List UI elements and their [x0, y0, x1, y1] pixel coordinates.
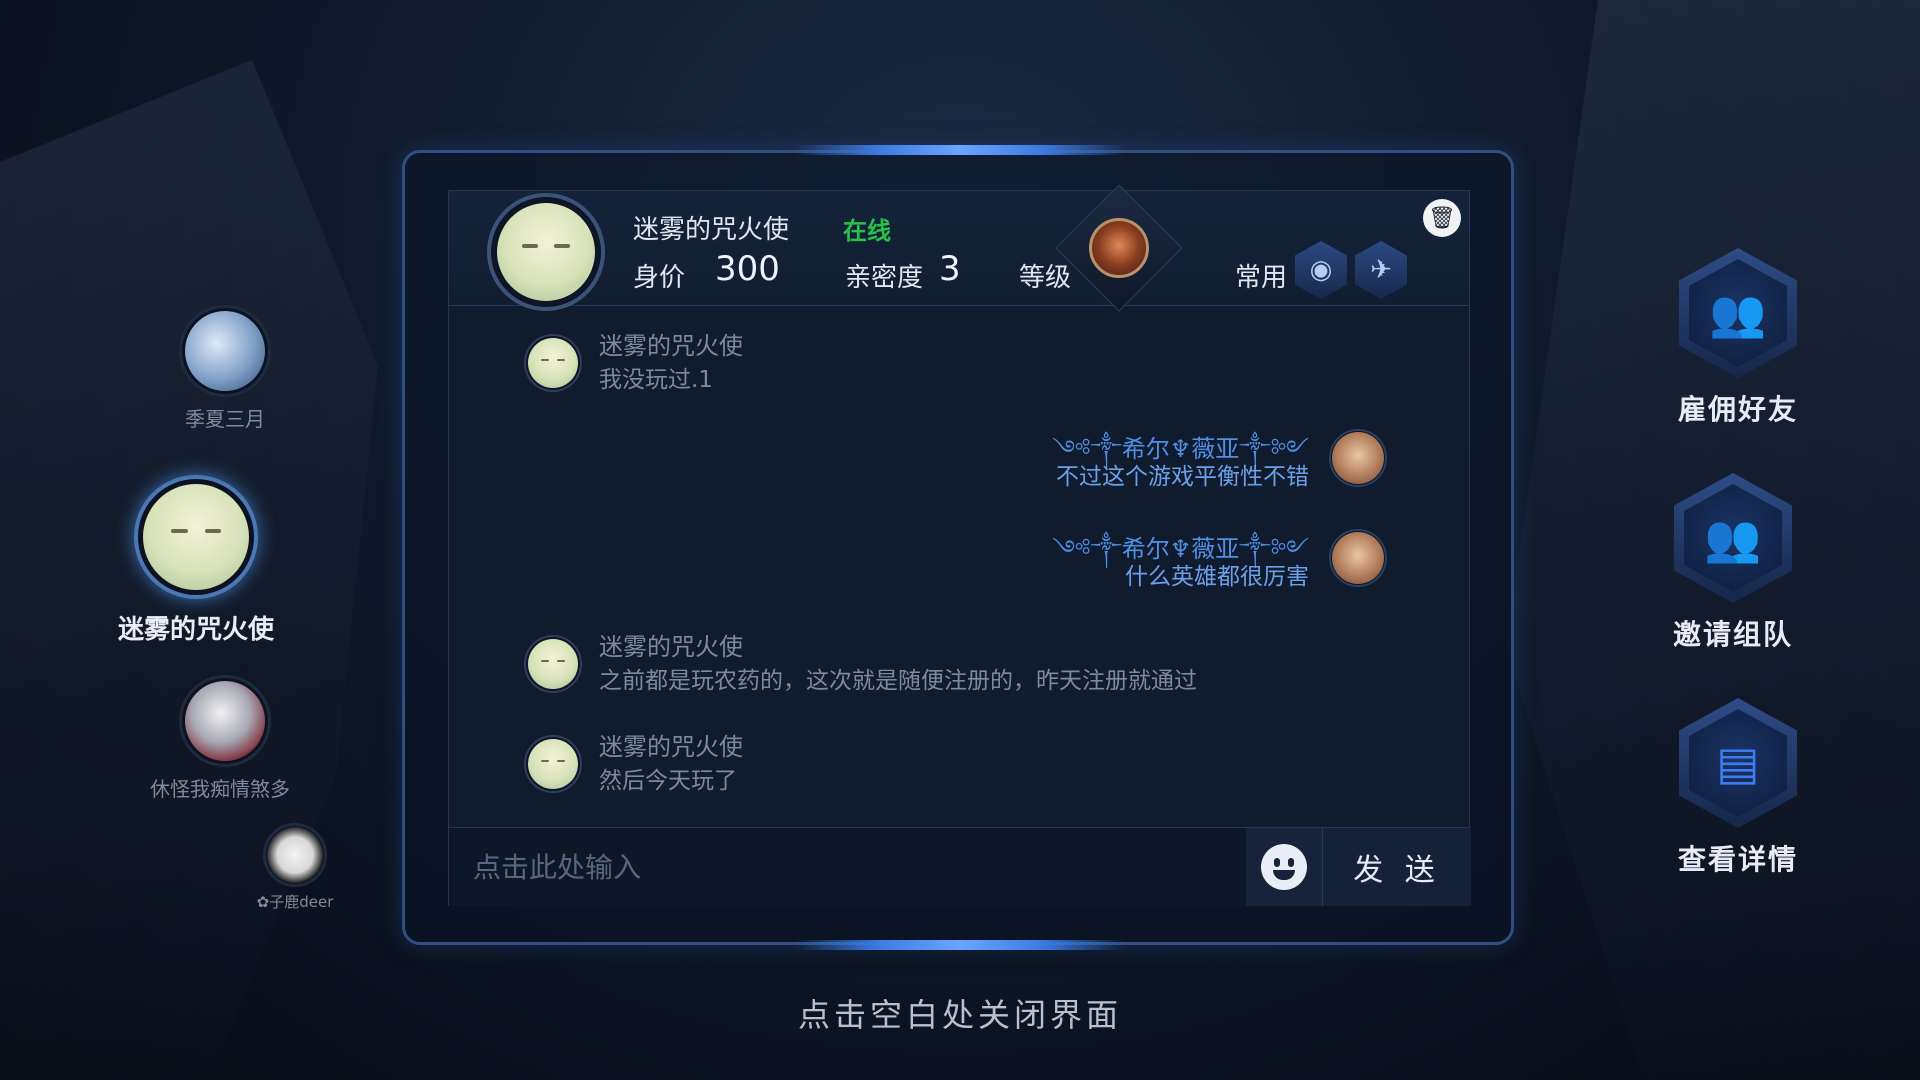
message-sender: 迷雾的咒火使 [599, 633, 743, 661]
message-avatar [524, 635, 582, 693]
intimacy-label: 亲密度 [845, 263, 924, 293]
common-hero-1-icon[interactable]: ◉ [1295, 241, 1347, 299]
friend-avatar [134, 475, 258, 599]
message-text: 不过这个游戏平衡性不错 [1056, 464, 1309, 490]
frame-glow-bottom [795, 940, 1125, 950]
frame-glow-top [795, 145, 1125, 155]
header-friend-name: 迷雾的咒火使 [633, 215, 790, 245]
hire-friend-icon: 👥 [1679, 248, 1797, 378]
common-hero-2-icon[interactable]: ✈ [1355, 241, 1407, 299]
header-avatar[interactable] [487, 193, 605, 311]
hire-friend-button[interactable]: 👥 雇佣好友 [1653, 248, 1823, 428]
message-avatar [524, 334, 582, 392]
chat-input-bar: 发 送 [449, 827, 1471, 906]
emoji-button[interactable] [1246, 828, 1322, 906]
friend-name: 休怪我痴情煞多 [150, 777, 290, 801]
view-details-button[interactable]: ▤ 查看详情 [1653, 698, 1823, 878]
message-text: 之前都是玩农药的，这次就是随便注册的，昨天注册就通过 [599, 668, 1197, 694]
friend-item-selected[interactable]: 迷雾的咒火使 [106, 475, 286, 646]
chat-header: 迷雾的咒火使 在线 身价 300 亲密度 3 等级 常用 ◉ ✈ 🗑 [449, 184, 1469, 312]
friend-item-xiuguai[interactable]: 休怪我痴情煞多 [150, 675, 295, 802]
chat-input[interactable] [449, 828, 1246, 906]
chat-message: 迷雾的咒火使 我没玩过.1 [524, 326, 1024, 396]
online-status: 在线 [843, 217, 891, 245]
price-value: 300 [715, 249, 780, 289]
details-document-icon: ▤ [1679, 698, 1797, 828]
message-avatar [524, 735, 582, 793]
rank-emblem-icon [1089, 218, 1149, 278]
friend-avatar [179, 305, 271, 397]
message-text: 我没玩过.1 [599, 367, 713, 393]
invite-team-button[interactable]: 👥 邀请组队 [1648, 473, 1818, 653]
chat-message: 迷雾的咒火使 然后今天玩了 [524, 727, 1024, 797]
invite-team-icon: 👥 [1674, 473, 1792, 603]
message-text: 什么英雄都很厉害 [1125, 564, 1309, 590]
trash-icon[interactable]: 🗑 [1423, 199, 1461, 237]
chat-message-self: ༺༒希尔♆薇亚༒༻ 不过这个游戏平衡性不错 [899, 423, 1399, 493]
emoji-icon [1261, 844, 1307, 890]
chat-panel: 迷雾的咒火使 在线 身价 300 亲密度 3 等级 常用 ◉ ✈ 🗑 迷雾的咒火… [448, 184, 1471, 906]
hire-friend-label: 雇佣好友 [1677, 393, 1798, 426]
price-label: 身价 [633, 263, 686, 293]
friend-name: 季夏三月 [185, 407, 265, 431]
friend-avatar [263, 823, 327, 887]
close-hint: 点击空白处关闭界面 [797, 996, 1122, 1034]
common-label: 常用 [1235, 263, 1288, 293]
friend-name: 迷雾的咒火使 [117, 615, 274, 645]
message-text: 然后今天玩了 [599, 768, 737, 794]
send-button[interactable]: 发 送 [1322, 828, 1471, 906]
message-sender: 迷雾的咒火使 [599, 733, 743, 761]
level-label: 等级 [1019, 263, 1072, 293]
friend-item-jixia[interactable]: 季夏三月 [165, 305, 285, 432]
message-avatar [1329, 429, 1387, 487]
friend-name: ✿子鹿deer [256, 893, 334, 911]
chat-message: 迷雾的咒火使 之前都是玩农药的，这次就是随便注册的，昨天注册就通过 [524, 627, 1424, 697]
chat-message-self: ༺༒希尔♆薇亚༒༻ 什么英雄都很厉害 [899, 523, 1399, 593]
friend-avatar [179, 675, 271, 767]
view-details-label: 查看详情 [1677, 843, 1798, 876]
friend-item-zilu[interactable]: ✿子鹿deer [240, 823, 350, 912]
message-sender: 迷雾的咒火使 [599, 332, 743, 360]
message-avatar [1329, 529, 1387, 587]
intimacy-value: 3 [939, 249, 961, 289]
invite-team-label: 邀请组队 [1672, 618, 1793, 651]
